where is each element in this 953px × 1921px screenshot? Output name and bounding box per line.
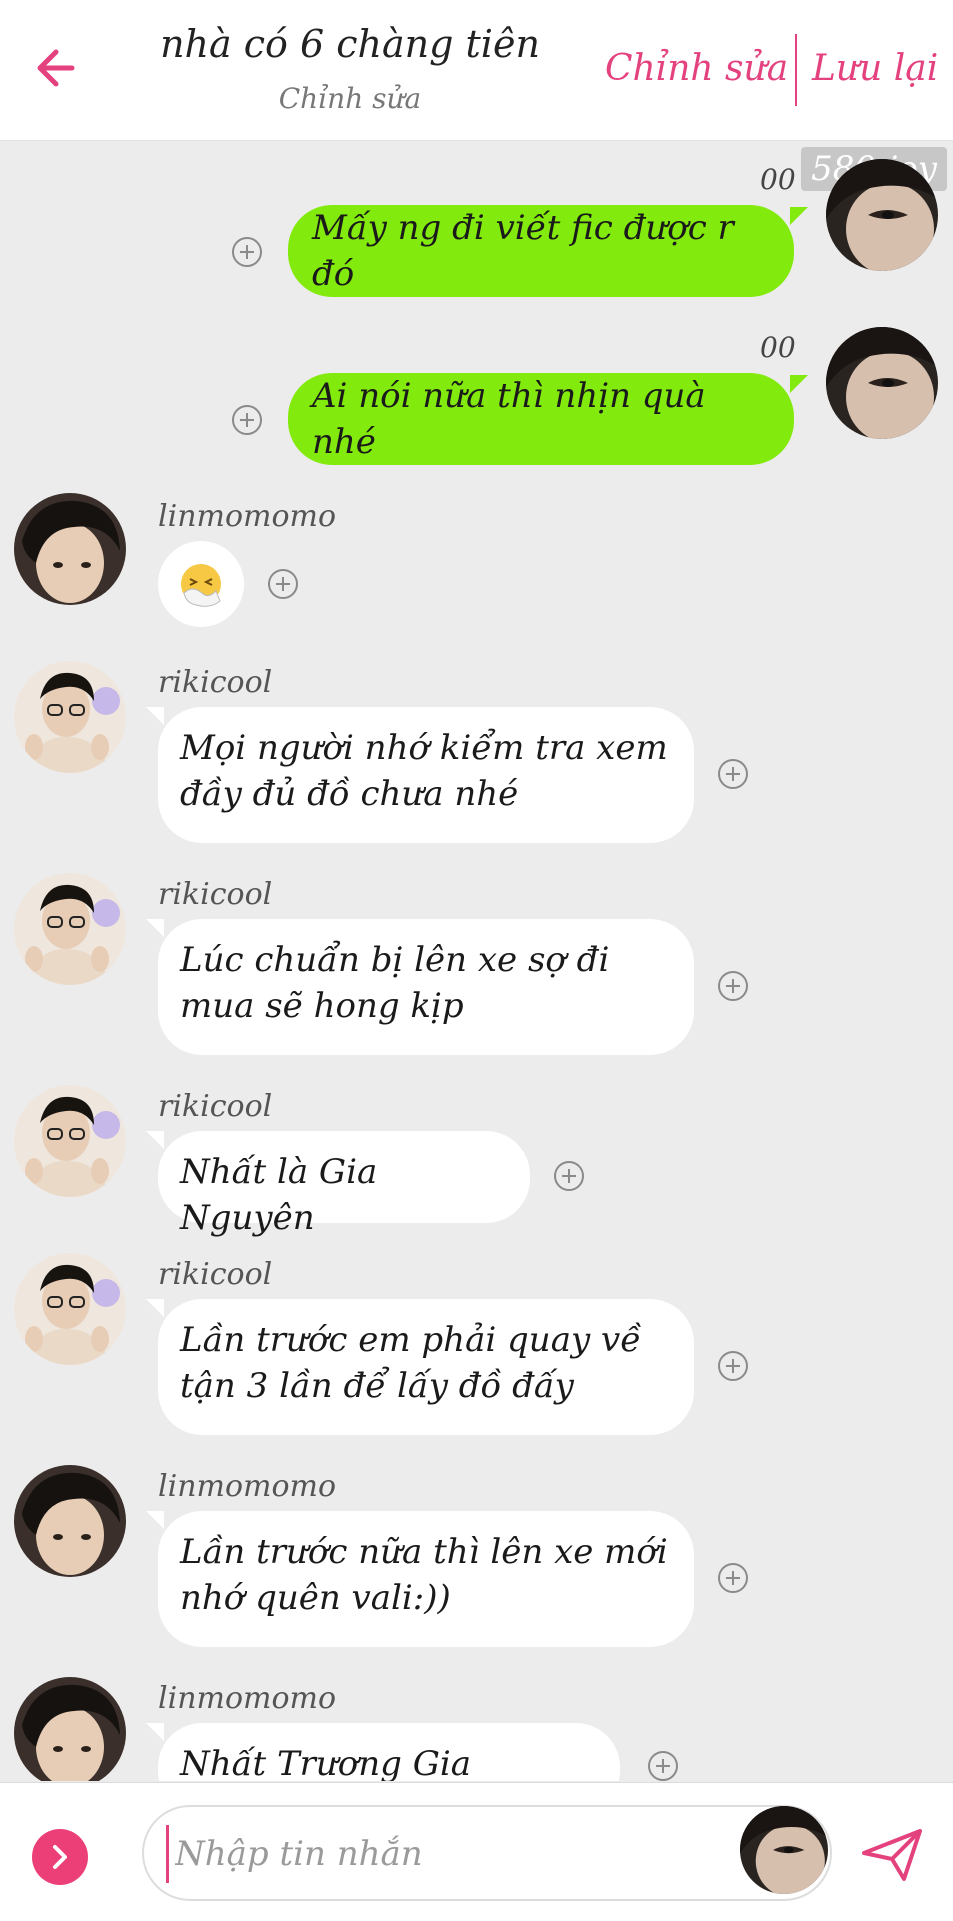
header-divider [795, 34, 797, 106]
message-bubble-incoming[interactable]: Nhất là Gia Nguyên [158, 1131, 530, 1238]
message-bubble-incoming[interactable]: Nhất Trương Gia Nguyên [158, 1723, 620, 1781]
avatar[interactable] [14, 661, 126, 773]
sender-name: rikicool [158, 877, 273, 912]
bubble-tail [146, 1299, 164, 1317]
avatar[interactable] [14, 873, 126, 985]
avatar[interactable] [14, 1085, 126, 1197]
message-list[interactable]: 580 joy 00 Mấy ng đi viết fic được r đó … [0, 141, 953, 1781]
back-button[interactable] [28, 40, 84, 96]
message-input-wrapper [142, 1805, 832, 1901]
bubble-tail [146, 1131, 164, 1149]
add-reaction-icon[interactable] [232, 237, 262, 267]
bubble-tail [146, 707, 164, 725]
add-reaction-icon[interactable] [718, 759, 748, 789]
add-reaction-icon[interactable] [718, 971, 748, 1001]
sender-name: rikicool [158, 1089, 273, 1124]
message-bubble-incoming[interactable]: Lần trước nữa thì lên xe mới nhớ quên va… [158, 1511, 694, 1647]
message-bubble-incoming[interactable]: Lần trước em phải quay về tận 3 lần để l… [158, 1299, 694, 1435]
save-button[interactable]: Lưu lại [812, 48, 938, 89]
chat-subtitle[interactable]: Chỉnh sửa [150, 82, 550, 115]
message-bubble-incoming[interactable]: Mọi người nhớ kiểm tra xem đầy đủ đồ chư… [158, 707, 694, 843]
message-text: Nhất là Gia Nguyên [180, 1152, 378, 1238]
read-receipt: 00 [760, 163, 796, 196]
sender-name: linmomomo [158, 499, 337, 534]
add-reaction-icon[interactable] [232, 405, 262, 435]
send-button[interactable] [860, 1827, 924, 1883]
read-receipt: 00 [760, 331, 796, 364]
chat-header: nhà có 6 chàng tiên Chỉnh sửa Chỉnh sửa … [0, 0, 953, 141]
add-reaction-icon[interactable] [718, 1351, 748, 1381]
sneezing-face-icon [181, 564, 221, 607]
message-text: Nhất Trương Gia Nguyên [180, 1744, 472, 1781]
sender-name: linmomomo [158, 1681, 337, 1716]
add-reaction-icon[interactable] [554, 1161, 584, 1191]
avatar[interactable] [826, 159, 938, 271]
bubble-tail [790, 375, 808, 393]
message-bubble-outgoing[interactable]: Mấy ng đi viết fic được r đó [288, 205, 794, 297]
message-text: Lần trước nữa thì lên xe mới nhớ quên va… [180, 1532, 668, 1618]
message-text: Lần trước em phải quay về tận 3 lần để l… [180, 1320, 642, 1406]
message-text: Mọi người nhớ kiểm tra xem đầy đủ đồ chư… [180, 728, 668, 814]
expand-button[interactable] [32, 1829, 88, 1885]
bubble-tail [146, 1723, 164, 1741]
message-text: Mấy ng đi viết fic được r đó [312, 208, 734, 294]
message-text: Lúc chuẩn bị lên xe sợ đi mua sẽ hong kị… [180, 940, 610, 1026]
chevron-right-icon [53, 1845, 67, 1869]
edit-button[interactable]: Chỉnh sửa [605, 48, 788, 89]
add-reaction-icon[interactable] [268, 569, 298, 599]
avatar[interactable] [14, 1465, 126, 1577]
send-icon [862, 1829, 922, 1881]
current-user-avatar[interactable] [740, 1806, 828, 1894]
sender-name: linmomomo [158, 1469, 337, 1504]
chat-title: nhà có 6 chàng tiên [160, 22, 540, 66]
avatar[interactable] [14, 493, 126, 605]
sender-name: rikicool [158, 665, 273, 700]
message-bubble-incoming[interactable]: Lúc chuẩn bị lên xe sợ đi mua sẽ hong kị… [158, 919, 694, 1055]
message-input[interactable] [166, 1825, 697, 1883]
add-reaction-icon[interactable] [718, 1563, 748, 1593]
message-bubble-outgoing[interactable]: Ai nói nữa thì nhịn quà nhé [288, 373, 794, 465]
avatar[interactable] [826, 327, 938, 439]
message-text: Ai nói nữa thì nhịn quà nhé [312, 376, 706, 462]
bubble-tail [146, 919, 164, 937]
message-bubble-incoming[interactable] [158, 541, 244, 627]
bubble-tail [790, 207, 808, 225]
add-reaction-icon[interactable] [648, 1751, 678, 1781]
sender-name: rikicool [158, 1257, 273, 1292]
arrow-left-icon [37, 49, 75, 87]
avatar[interactable] [14, 1677, 126, 1781]
avatar[interactable] [14, 1253, 126, 1365]
bubble-tail [146, 1511, 164, 1529]
